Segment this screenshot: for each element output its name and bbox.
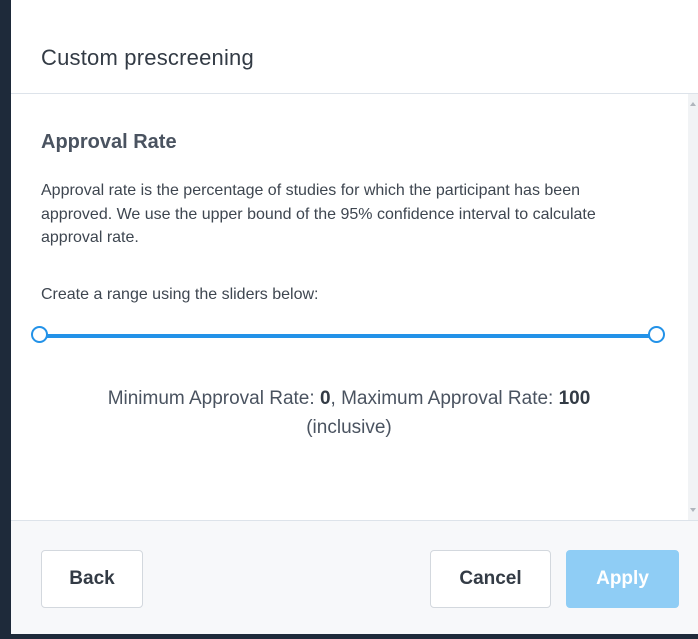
modal-header: Custom prescreening: [11, 0, 698, 94]
modal-body: Approval Rate Approval rate is the perce…: [11, 94, 698, 520]
modal-footer: Back Cancel Apply: [11, 520, 698, 634]
range-hint: Create a range using the sliders below:: [41, 286, 319, 303]
custom-prescreening-modal: Custom prescreening Approval Rate Approv…: [11, 0, 698, 634]
scroll-up-icon[interactable]: [690, 102, 696, 106]
approval-rate-slider-track[interactable]: [37, 334, 657, 338]
cancel-button[interactable]: Cancel: [430, 550, 551, 608]
window-bottom-edge: [0, 634, 698, 639]
max-rate-value: 100: [558, 388, 591, 409]
apply-button[interactable]: Apply: [566, 550, 679, 608]
min-rate-label: Minimum Approval Rate:: [107, 388, 320, 409]
min-rate-value: 0: [319, 388, 331, 409]
back-button[interactable]: Back: [41, 550, 143, 608]
section-title: Approval Rate: [41, 131, 177, 153]
inclusive-note: (inclusive): [306, 417, 392, 438]
min-slider-handle[interactable]: [31, 326, 48, 343]
scroll-down-icon[interactable]: [690, 508, 696, 512]
range-summary: Minimum Approval Rate: 0, Maximum Approv…: [11, 384, 687, 442]
body-scrollbar[interactable]: [688, 94, 698, 520]
modal-title: Custom prescreening: [41, 45, 254, 70]
section-description: Approval rate is the percentage of studi…: [41, 182, 596, 246]
max-rate-label: , Maximum Approval Rate:: [330, 388, 559, 409]
max-slider-handle[interactable]: [648, 326, 665, 343]
